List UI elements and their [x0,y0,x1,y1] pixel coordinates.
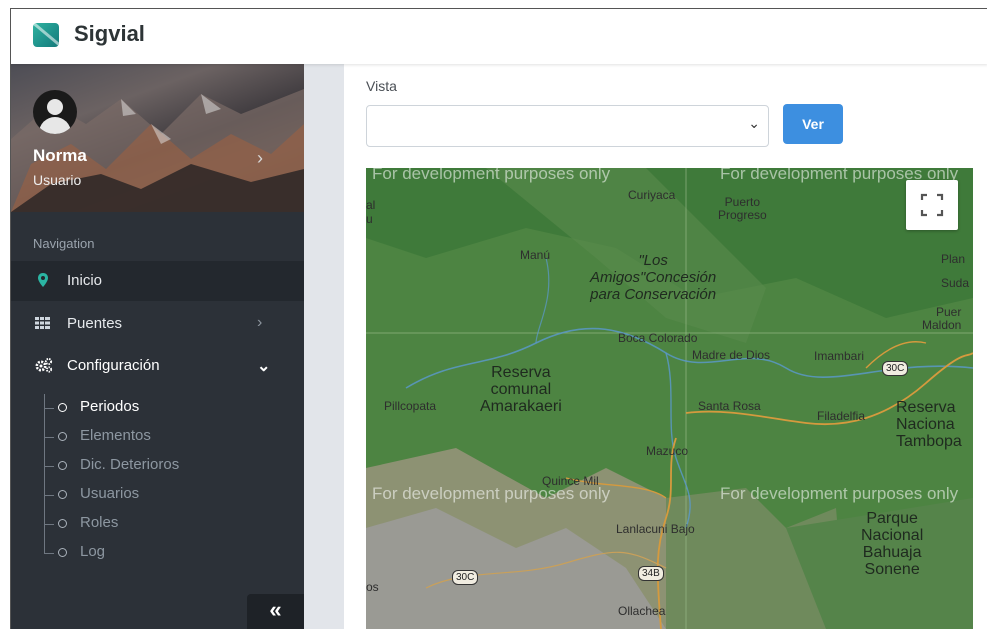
circle-icon [58,548,67,557]
map-view[interactable]: For development purposes only For develo… [366,168,973,629]
ver-button[interactable]: Ver [783,104,843,144]
map-label: os [366,580,379,594]
map-pin-icon [38,273,48,287]
map-label: Reserva comunal Amarakaeri [480,364,562,415]
map-label: Imambari [814,349,865,363]
circle-icon [58,403,67,412]
map-label: Pillcopata [384,399,437,413]
avatar [33,90,77,134]
cogs-icon [35,357,53,373]
map-label: Ollachea [618,604,666,618]
map-label: Quince Mil [542,474,599,488]
logo-icon [33,23,59,47]
map-label: Filadelfia [817,409,866,423]
circle-icon [58,490,67,499]
main-content: Vista ⌄ Ver For development purposes onl… [344,64,987,629]
fullscreen-button[interactable] [906,180,958,230]
tree-line [44,394,45,554]
chevron-right-icon: › [257,314,263,331]
chevron-down-icon: ⌄ [257,358,271,375]
circle-icon [58,432,67,441]
sidebar-item-puentes[interactable]: Puentes › [11,304,304,344]
map-label: Manú [520,248,551,262]
user-role: Usuario [33,172,82,188]
map-label: Santa Rosa [698,399,761,413]
map-label: Suda [941,276,970,290]
map-label: Parque Nacional Bahuaja Sonene [861,510,924,578]
nav-header: Navigation [33,236,95,251]
map-label: al u [366,198,376,226]
circle-icon [58,519,67,528]
map-label: "Los Amigos"Concesión para Conservación [590,252,717,303]
app-window: Sigvial Norma Usuario › Navigation Inici… [10,8,987,629]
map-label: Boca Colorado [618,331,698,345]
dev-watermark: For development purposes only [372,168,611,183]
map-label: Madre de Dios [692,348,771,362]
map-label: Puerto Progreso [718,195,767,222]
chevron-right-icon[interactable]: › [257,148,263,169]
sidebar-item-configuracion[interactable]: Configuración ⌄ [11,346,304,386]
collapse-sidebar-button[interactable]: « [247,594,304,629]
road-shield: 30C [452,570,479,585]
sidebar: Norma Usuario › Navigation Inicio Puente… [11,64,304,629]
map-label: Mazuco [646,444,689,458]
sidebar-item-label: Configuración [67,357,160,374]
sidebar-item-label: Puentes [67,315,123,332]
vista-label: Vista [366,78,397,94]
circle-icon [58,461,67,470]
sidebar-item-inicio[interactable]: Inicio [11,261,304,301]
vista-select[interactable]: ⌄ [366,105,769,147]
sidebar-item-label: Inicio [67,272,103,289]
grid-icon [35,317,50,329]
road-shield: 30C [882,361,909,376]
top-bar: Sigvial [11,9,987,64]
map-label: Puer Maldon [922,305,962,332]
mountain-background [11,89,304,212]
user-name: Norma [33,146,87,165]
map-label: Reserva Naciona Tambopa [896,399,962,450]
chevron-down-icon: ⌄ [748,115,760,131]
road-shield: 34B [638,566,664,581]
dev-watermark: For development purposes only [720,484,959,503]
app-title: Sigvial [74,21,145,46]
profile-panel[interactable]: Norma Usuario › [11,64,304,212]
map-label: Lanlacuni Bajo [616,522,695,536]
map-label: Curiyaca [628,188,676,202]
map-label: Plan [941,252,966,266]
fullscreen-icon [920,193,944,217]
gutter [304,64,344,629]
